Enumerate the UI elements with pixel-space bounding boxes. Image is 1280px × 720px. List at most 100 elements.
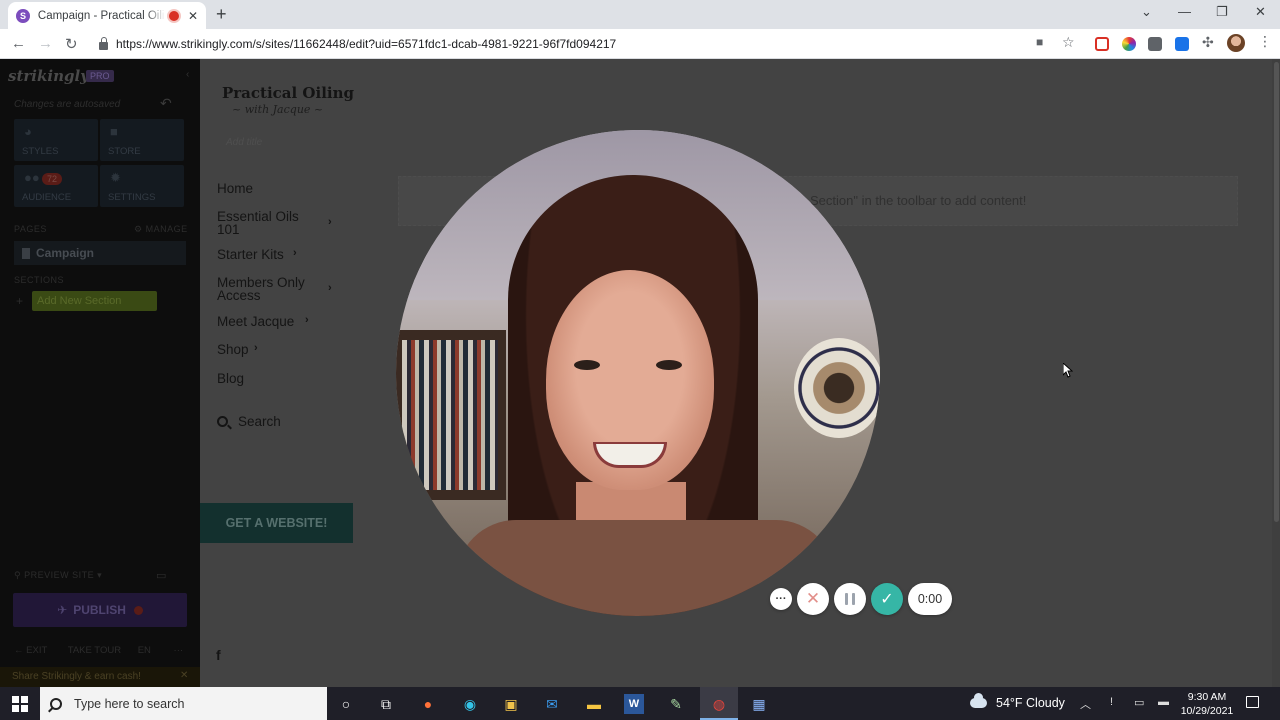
strikingly-logo: strikingly [8, 67, 89, 85]
preview-label: PREVIEW SITE ▾ [24, 570, 103, 580]
exit-label: EXIT [26, 645, 48, 656]
nav-home[interactable]: Home [217, 182, 253, 196]
cloud-icon [970, 693, 987, 708]
nav-essential-oils[interactable]: Essential Oils 101 [217, 210, 317, 237]
add-new-section-button[interactable]: Add New Section [32, 291, 157, 311]
more-options-icon[interactable]: ··· [174, 645, 184, 656]
store-icon[interactable]: ▣ [501, 694, 521, 714]
gear-icon: ✹ [110, 170, 121, 185]
clock-date: 10/29/2021 [1180, 705, 1234, 717]
editor-sidebar: strikingly PRO ‹ Changes are autosaved ↶… [0, 59, 200, 687]
site-logo-title[interactable]: Practical Oiling [222, 84, 354, 102]
site-search[interactable]: Search [217, 414, 281, 429]
chevron-right-icon: › [328, 282, 332, 294]
nav-blog[interactable]: Blog [217, 372, 244, 386]
task-view-icon[interactable]: ⧉ [376, 694, 396, 714]
windows-start-icon[interactable] [12, 696, 28, 712]
mail-icon[interactable]: ✉ [542, 694, 562, 714]
cancel-recording-button[interactable]: ✕ [797, 583, 829, 615]
restore-button[interactable]: ❐ [1216, 4, 1228, 20]
share-banner[interactable]: Share Strikingly & earn cash! ✕ [0, 667, 200, 687]
word-icon[interactable]: W [624, 694, 644, 714]
chevron-right-icon: › [305, 314, 309, 326]
taskbar-clock[interactable]: 9:30 AM 10/29/2021 [1180, 690, 1234, 718]
collapse-sidebar-icon[interactable]: ‹ [186, 69, 189, 80]
audience-count-badge: 72 [42, 173, 63, 185]
firefox-icon[interactable]: ● [418, 694, 438, 714]
edge-icon[interactable]: ◉ [460, 694, 480, 714]
camera-in-use-icon[interactable]: ■ [1036, 35, 1043, 49]
browser-tab-strip: S Campaign - Practical Oiling w ✕ + ⌄ — … [0, 0, 1280, 29]
take-tour-link[interactable]: TAKE TOUR [68, 645, 121, 656]
audience-tile[interactable]: ●● AUDIENCE [14, 165, 98, 207]
taskbar-search-box[interactable]: Type here to search [40, 687, 327, 720]
webcam-person-eye [574, 360, 600, 370]
notification-center-icon[interactable] [1246, 696, 1259, 708]
close-window-button[interactable]: ✕ [1255, 4, 1266, 20]
device-preview-icon[interactable]: ▭ [156, 569, 167, 582]
scrollbar-thumb[interactable] [1274, 62, 1279, 522]
publish-button[interactable]: ✈ PUBLISH [13, 593, 187, 627]
nav-shop[interactable]: Shop [217, 343, 249, 357]
share-close-icon[interactable]: ✕ [180, 670, 188, 681]
add-title-field[interactable]: Add title [226, 137, 262, 148]
nav-meet-jacque[interactable]: Meet Jacque [217, 315, 294, 329]
url-text: https://www.strikingly.com/s/sites/11662… [116, 37, 617, 51]
chrome-icon[interactable]: ◍ [709, 694, 729, 714]
pause-recording-button[interactable] [834, 583, 866, 615]
pause-icon [845, 593, 855, 605]
finish-recording-button[interactable]: ✓ [871, 583, 903, 615]
browser-tab-active[interactable]: S Campaign - Practical Oiling w ✕ [8, 2, 206, 29]
add-section-plus-icon[interactable]: + [16, 294, 24, 308]
paint-icon[interactable]: ✎ [666, 694, 686, 714]
undo-icon[interactable]: ↶ [160, 95, 172, 112]
settings-tile[interactable]: ✹ SETTINGS [100, 165, 184, 207]
extension-color-icon[interactable] [1122, 37, 1136, 51]
nav-starter-kits[interactable]: Starter Kits [217, 248, 284, 262]
language-link[interactable]: EN [138, 645, 151, 656]
extension-blue-icon[interactable] [1175, 37, 1189, 51]
webcam-bubble[interactable] [396, 130, 880, 616]
search-icon [50, 697, 62, 710]
alert-tray-icon[interactable]: ! [1110, 696, 1113, 708]
lock-icon[interactable] [99, 37, 108, 50]
profile-avatar[interactable] [1227, 34, 1245, 52]
autosave-status: Changes are autosaved [14, 99, 121, 110]
recording-indicator-icon [169, 10, 179, 21]
store-tile[interactable]: ■ STORE [100, 119, 184, 161]
tab-close-icon[interactable]: ✕ [188, 9, 198, 23]
nav-members-only[interactable]: Members Only Access [217, 276, 327, 303]
cortana-icon[interactable]: ○ [336, 694, 356, 714]
reload-icon[interactable]: ↻ [65, 35, 78, 53]
more-options-button[interactable]: ··· [770, 588, 792, 610]
weather-widget[interactable]: 54°F Cloudy [970, 693, 1065, 710]
bookmark-star-icon[interactable]: ☆ [1062, 34, 1075, 51]
network-icon[interactable]: ▬ [1158, 696, 1169, 708]
current-page-label: Campaign [36, 246, 95, 260]
battery-icon[interactable]: ▭ [1134, 696, 1144, 709]
file-explorer-icon[interactable]: ▬ [584, 694, 604, 714]
exit-link[interactable]: ← EXIT [14, 645, 47, 656]
tile-label: AUDIENCE [22, 192, 72, 203]
site-logo-subtitle: ~ with Jacque ~ [232, 103, 324, 116]
page-selector[interactable]: Campaign [14, 241, 186, 265]
calculator-icon[interactable]: ▦ [749, 694, 769, 714]
chrome-menu-icon[interactable]: ⋮ [1258, 33, 1272, 50]
extension-shield-icon[interactable] [1095, 37, 1109, 51]
styles-tile[interactable]: ◕ STYLES [14, 119, 98, 161]
facebook-icon[interactable]: f [216, 647, 221, 663]
manage-pages-link[interactable]: ⚙ MANAGE [134, 224, 188, 235]
get-a-website-button[interactable]: GET A WEBSITE! [200, 503, 353, 543]
preview-site-link[interactable]: ⚲ PREVIEW SITE ▾ [14, 570, 102, 581]
extension-f-icon[interactable] [1148, 37, 1162, 51]
tab-search-dropdown-icon[interactable]: ⌄ [1141, 4, 1152, 20]
forward-arrow-icon[interactable]: → [38, 35, 53, 52]
search-label: Search [238, 414, 281, 429]
publish-label: PUBLISH [73, 603, 126, 617]
show-hidden-icons-icon[interactable]: ︿ [1080, 696, 1091, 712]
extensions-puzzle-icon[interactable]: ✣ [1202, 34, 1214, 51]
new-tab-button[interactable]: + [216, 4, 227, 25]
minimize-button[interactable]: — [1178, 4, 1191, 19]
address-bar[interactable]: https://www.strikingly.com/s/sites/11662… [92, 32, 1082, 56]
back-arrow-icon[interactable]: ← [11, 35, 26, 52]
